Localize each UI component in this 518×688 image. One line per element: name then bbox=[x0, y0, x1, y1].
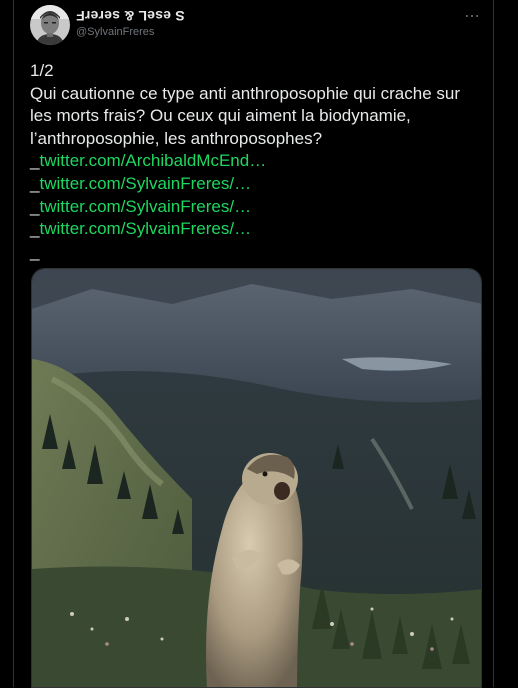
tweet-line-body: Qui cautionne ce type anti anthroposophi… bbox=[30, 83, 460, 148]
tweet-link[interactable]: _twitter.com/ArchibaldMcEnd… bbox=[30, 150, 485, 173]
avatar[interactable] bbox=[30, 5, 70, 45]
tweet-line-thread-count: 1/2 bbox=[30, 61, 54, 80]
author-display-name-text: S eseL & sererF bbox=[76, 8, 185, 24]
tweet-link-text: twitter.com/SylvainFreres/… bbox=[39, 196, 252, 216]
more-options-icon[interactable] bbox=[466, 10, 482, 22]
tweet-card[interactable]: S eseL & sererF @SylvainFreres 1/2 Qui c… bbox=[13, 0, 494, 688]
tweet-text: 1/2 Qui cautionne ce type anti anthropos… bbox=[30, 60, 485, 263]
tweet-link-text: twitter.com/ArchibaldMcEnd… bbox=[39, 151, 267, 171]
marmot-video-thumbnail bbox=[32, 269, 481, 687]
tweet-link[interactable]: _twitter.com/SylvainFreres/… bbox=[30, 196, 485, 219]
tweet-link[interactable]: _twitter.com/SylvainFreres/… bbox=[30, 173, 485, 196]
tweet-link[interactable]: _twitter.com/SylvainFreres/… bbox=[30, 218, 485, 241]
tweet-link-text: twitter.com/SylvainFreres/… bbox=[39, 219, 252, 239]
tweet-trailing-underscore: _ bbox=[30, 241, 40, 261]
author-handle[interactable]: @SylvainFreres bbox=[76, 26, 154, 38]
avatar-image bbox=[30, 5, 70, 45]
author-display-name[interactable]: S eseL & sererF bbox=[76, 8, 185, 24]
media-video[interactable] bbox=[31, 268, 482, 688]
tweet-link-text: twitter.com/SylvainFreres/… bbox=[39, 173, 252, 193]
